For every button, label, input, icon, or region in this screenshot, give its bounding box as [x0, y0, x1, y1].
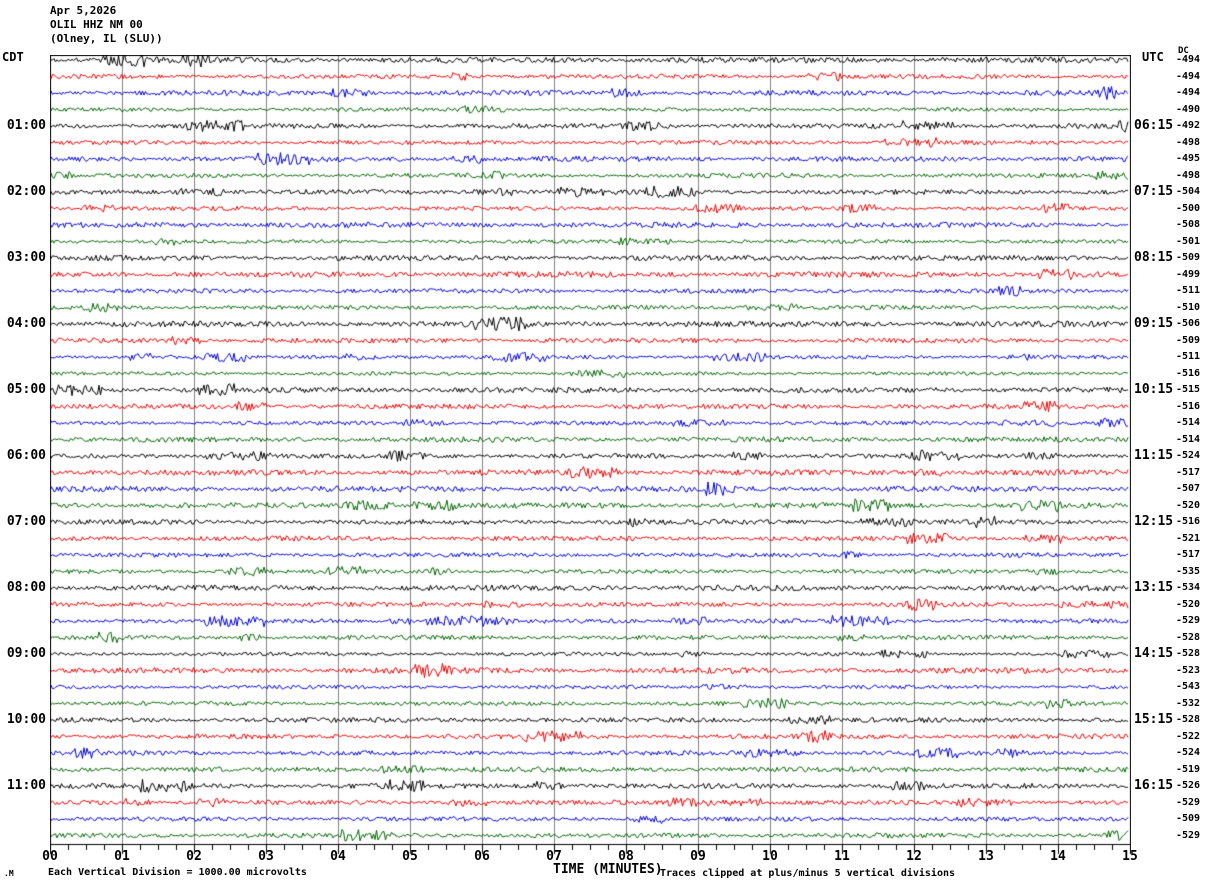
dc-offset-value: -517: [1176, 466, 1201, 478]
dc-offset-value: -532: [1176, 697, 1201, 709]
x-axis-tick-label: 10: [762, 849, 778, 864]
dc-offset-value: -535: [1176, 565, 1201, 577]
dc-offset-value: -528: [1176, 631, 1201, 643]
dc-offset-value: -494: [1176, 70, 1201, 82]
dc-offset-value: -508: [1176, 219, 1201, 230]
x-axis-tick-label: 09: [690, 849, 706, 864]
dc-offset-value: -494: [1176, 87, 1201, 98]
dc-offset-value: -498: [1176, 136, 1201, 148]
dc-offset-value: -509: [1176, 813, 1201, 824]
vertical-division-scale-note: Each Vertical Division = 1000.00 microvo…: [48, 867, 307, 878]
dc-offset-value: -506: [1176, 318, 1201, 329]
dc-offset-value: -524: [1176, 747, 1201, 758]
x-axis-tick-label: 13: [978, 849, 994, 864]
dc-offset-value: -528: [1176, 648, 1201, 659]
dc-offset-value: -520: [1176, 598, 1201, 610]
dc-offset-value: -519: [1176, 763, 1201, 775]
dc-offset-value: -500: [1176, 202, 1201, 214]
cdt-hour-label: 01:00: [6, 118, 46, 133]
header-station-code: OLIL HHZ NM 00: [50, 18, 143, 31]
cdt-hour-label: 11:00: [6, 778, 46, 793]
dc-offset-value: -492: [1176, 120, 1201, 131]
dc-offset-value: -520: [1176, 499, 1201, 511]
dc-offset-value: -511: [1176, 351, 1201, 362]
dc-offset-value: -510: [1176, 301, 1201, 313]
dc-offset-value: -517: [1176, 549, 1201, 560]
dc-offset-value: -511: [1176, 285, 1201, 296]
x-axis-tick-label: 02: [186, 849, 202, 864]
x-axis-tick-label: 14: [1050, 849, 1066, 864]
dc-offset-value: -516: [1176, 400, 1201, 412]
seismogram-trace-canvas: [50, 55, 1131, 857]
dc-offset-value: -524: [1176, 450, 1201, 461]
dc-offset-value: -494: [1176, 54, 1201, 65]
cdt-hour-label: 08:00: [6, 580, 46, 595]
corner-watermark: .M: [4, 869, 14, 878]
dc-offset-value: -509: [1176, 334, 1201, 346]
cdt-hour-label: 06:00: [6, 448, 46, 463]
x-axis-tick-label: 11: [834, 849, 850, 864]
dc-offset-value: -543: [1176, 681, 1201, 692]
dc-offset-value: -516: [1176, 516, 1201, 527]
cdt-hour-label: 07:00: [6, 514, 46, 529]
dc-offset-value: -529: [1176, 829, 1201, 841]
x-axis-tick-label: 00: [42, 849, 58, 864]
dc-offset-value: -507: [1176, 483, 1201, 494]
cdt-hour-label: 04:00: [6, 316, 46, 331]
dc-offset-value: -534: [1176, 582, 1201, 593]
dc-offset-value: -515: [1176, 384, 1201, 395]
dc-offset-value: -521: [1176, 532, 1201, 544]
trace-clip-note: Traces clipped at plus/minus 5 vertical …: [660, 868, 956, 879]
dc-offset-value: -523: [1176, 664, 1201, 676]
dc-offset-value: -526: [1176, 780, 1201, 791]
cdt-hour-label: 05:00: [6, 382, 46, 397]
dc-offset-value: -514: [1176, 417, 1201, 428]
x-axis-tick-label: 05: [402, 849, 418, 864]
dc-offset-value: -522: [1176, 730, 1201, 742]
dc-offset-value: -498: [1176, 169, 1201, 181]
dc-offset-value: -499: [1176, 268, 1201, 280]
dc-offset-value: -490: [1176, 103, 1201, 115]
x-axis-tick-label: 03: [258, 849, 274, 864]
right-axis-timezone-label: UTC: [1142, 50, 1164, 64]
header-date: Apr 5,2026: [50, 4, 117, 17]
dc-offset-value: -516: [1176, 367, 1201, 379]
header-station-location: (Olney, IL (SLU)): [50, 32, 163, 45]
left-axis-timezone-label: CDT: [2, 50, 24, 64]
dc-offset-value: -504: [1176, 186, 1201, 197]
x-axis-tick-label: 12: [906, 849, 922, 864]
cdt-hour-label: 03:00: [6, 250, 46, 265]
x-axis-tick-label: 01: [114, 849, 130, 864]
dc-offset-value: -529: [1176, 796, 1201, 808]
dc-offset-value: -501: [1176, 235, 1201, 247]
x-axis-tick-label: 15: [1122, 849, 1138, 864]
cdt-hour-label: 02:00: [6, 184, 46, 199]
dc-offset-value: -528: [1176, 714, 1201, 725]
x-axis-tick-label: 04: [330, 849, 346, 864]
dc-offset-value: -509: [1176, 252, 1201, 263]
dc-offset-value: -529: [1176, 615, 1201, 626]
x-axis-tick-label: 06: [474, 849, 490, 864]
cdt-hour-label: 10:00: [6, 712, 46, 727]
x-axis-title: TIME (MINUTES): [553, 862, 663, 877]
helicorder-page: Apr 5,2026 OLIL HHZ NM 00 (Olney, IL (SL…: [0, 0, 1210, 886]
dc-offset-value: -514: [1176, 433, 1201, 445]
dc-offset-value: -495: [1176, 153, 1201, 164]
cdt-hour-label: 09:00: [6, 646, 46, 661]
